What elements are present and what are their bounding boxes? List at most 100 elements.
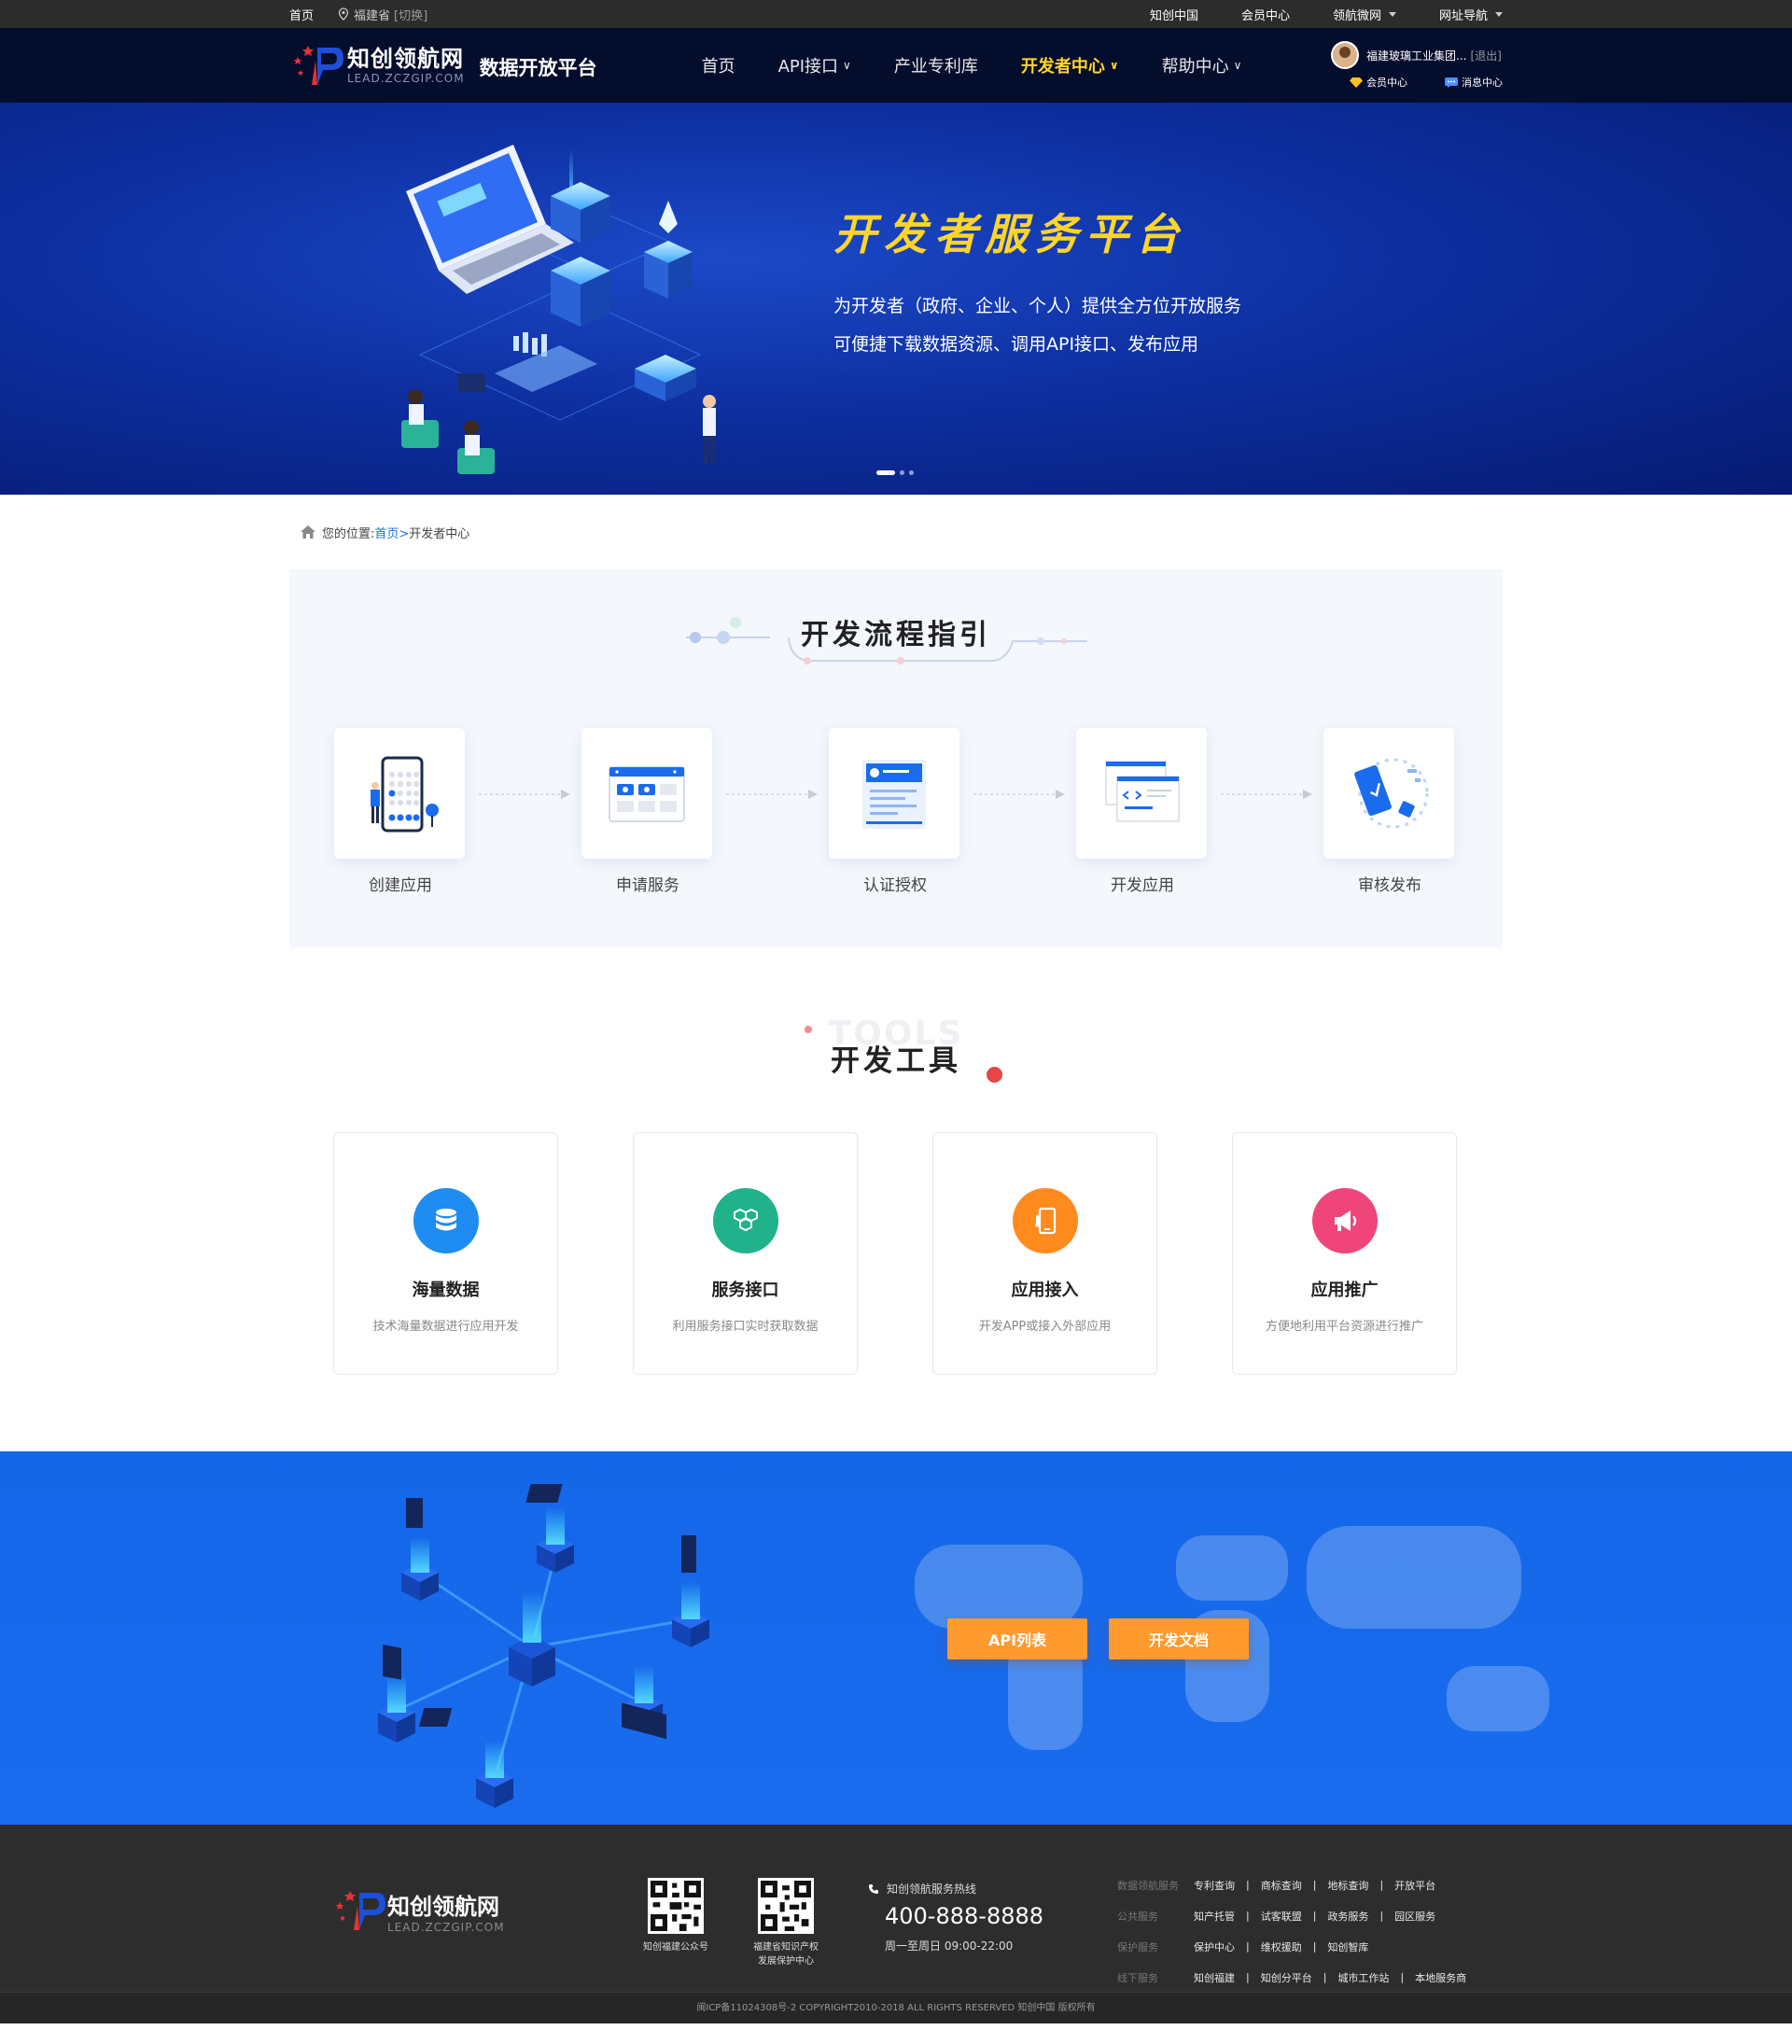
- footer-link[interactable]: 开放平台: [1394, 1878, 1435, 1893]
- user-name[interactable]: 福建玻璃工业集团...: [1366, 48, 1466, 63]
- flow-step-apply-service: 申请服务: [581, 728, 818, 895]
- step-label: 创建应用: [369, 876, 432, 895]
- step-card: [334, 728, 465, 859]
- nav-item-patent-library[interactable]: 产业专利库: [894, 53, 978, 77]
- message-center-link[interactable]: 消息中心: [1445, 75, 1503, 90]
- dashed-arrow-icon: [726, 790, 818, 799]
- hotline-number: 400-888-8888: [885, 1903, 1044, 1929]
- main-nav: 首页 API接口 ∨ 产业专利库 开发者中心 ∨ 帮助中心 ∨: [702, 53, 1285, 77]
- dev-docs-button[interactable]: 开发文档: [1109, 1618, 1249, 1659]
- tool-desc: 开发APP或接入外部应用: [978, 1320, 1112, 1334]
- platform-name: 数据开放平台: [479, 57, 597, 79]
- breadcrumb: 您的位置: 首页> 开发者中心: [289, 495, 1503, 569]
- footer-link-separator: |: [1312, 1879, 1317, 1891]
- qr-code-icon: [648, 1878, 704, 1934]
- breadcrumb-home-link[interactable]: 首页>: [374, 524, 409, 541]
- user-panel: 福建玻璃工业集团... [退出] 会员中心 消息中心: [1331, 41, 1503, 90]
- footer-link[interactable]: 本地服务商: [1415, 1970, 1466, 1985]
- network-servers-illustration: [378, 1484, 709, 1808]
- step-label: 申请服务: [616, 876, 679, 895]
- footer-link[interactable]: 知创福建: [1194, 1970, 1235, 1985]
- location-selector[interactable]: 福建省 [切换]: [338, 6, 427, 23]
- service-hotline: 知创领航服务热线 400-888-8888 周一至周日 09:00-22:00: [868, 1881, 1043, 1953]
- apply-service-icon: [609, 766, 685, 822]
- qr-caption-line-1: 福建省知识产权: [753, 1942, 819, 1953]
- develop-app-icon: [1105, 761, 1180, 822]
- footer-link[interactable]: 园区服务: [1394, 1909, 1435, 1924]
- topbar-link-lead-micro-label: 领航微网: [1332, 8, 1381, 23]
- flow-step-review-publish: 审核发布: [1323, 728, 1456, 895]
- tool-card-app-access[interactable]: 应用接入 开发APP或接入外部应用: [932, 1132, 1157, 1375]
- logout-link[interactable]: [退出]: [1470, 48, 1501, 63]
- footer-link-row: 公共服务 知产托管 | 试客联盟 | 政务服务 | 园区服务: [1117, 1900, 1466, 1931]
- footer-link[interactable]: 保护中心: [1194, 1939, 1235, 1954]
- api-list-button[interactable]: API列表: [947, 1618, 1087, 1659]
- tool-card-app-promotion[interactable]: 应用推广 方便地利用平台资源进行推广: [1232, 1132, 1457, 1375]
- footer-link-separator: |: [1246, 1940, 1250, 1953]
- nav-item-home[interactable]: 首页: [702, 53, 735, 77]
- footer-link[interactable]: 维权援助: [1261, 1939, 1302, 1954]
- copyright-bar: 闽ICP备11024308号-2 COPYRIGHT2010-2018 ALL …: [0, 1992, 1792, 2023]
- topbar-link-zhichuang-china[interactable]: 知创中国: [1150, 6, 1198, 23]
- tools-title: 开发工具: [831, 1044, 961, 1078]
- breadcrumb-prefix: 您的位置:: [322, 526, 375, 541]
- avatar[interactable]: [1331, 41, 1359, 69]
- footer-link[interactable]: 知产托管: [1194, 1909, 1235, 1924]
- tool-card-mass-data[interactable]: 海量数据 技术海量数据进行应用开发: [333, 1132, 558, 1375]
- mobile-touch-icon: [1012, 1188, 1078, 1253]
- tool-card-service-api[interactable]: 服务接口 利用服务接口实时获取数据: [633, 1132, 858, 1375]
- footer-link[interactable]: 知创智库: [1327, 1939, 1368, 1954]
- footer-link-row: 线下服务 知创福建 | 知创分平台 | 城市工作站 | 本地服务商: [1117, 1962, 1466, 1993]
- carousel-dot-active[interactable]: [876, 470, 895, 475]
- footer-link[interactable]: 政务服务: [1327, 1909, 1368, 1924]
- carousel-dot[interactable]: [900, 470, 904, 475]
- topbar-home-link[interactable]: 首页: [289, 6, 314, 23]
- flow-title: 开发流程指引: [801, 619, 991, 651]
- api-cta-section: API列表 开发文档: [0, 1451, 1792, 1825]
- top-utility-bar: 首页 福建省 [切换] 知创中国 会员中心 领航微网 网址导航: [0, 0, 1792, 28]
- service-hours: 周一至周日 09:00-22:00: [885, 1939, 1014, 1953]
- step-label: 开发应用: [1111, 876, 1174, 895]
- flow-step-create-app: 创建应用: [334, 728, 570, 895]
- footer-link[interactable]: 知创分平台: [1261, 1970, 1312, 1985]
- footer-link[interactable]: 试客联盟: [1261, 1909, 1302, 1924]
- step-card: [1076, 728, 1207, 859]
- member-center-link[interactable]: 会员中心: [1350, 75, 1407, 90]
- footer-link-separator: |: [1400, 1971, 1405, 1983]
- flow-step-authorization: 认证授权: [829, 728, 1065, 895]
- carousel-dot[interactable]: [909, 470, 914, 475]
- footer-link[interactable]: 专利查询: [1194, 1878, 1235, 1893]
- topbar-link-site-nav-label: 网址导航: [1438, 8, 1488, 23]
- topbar-link-site-nav[interactable]: 网址导航: [1439, 6, 1503, 23]
- nav-item-help-center[interactable]: 帮助中心 ∨: [1162, 53, 1242, 77]
- nav-item-api[interactable]: API接口 ∨: [778, 53, 851, 77]
- footer-link[interactable]: 城市工作站: [1337, 1970, 1389, 1985]
- tool-name: 海量数据: [412, 1281, 480, 1300]
- double-chevron-down-icon: ∨: [843, 59, 851, 72]
- location-pin-icon: [338, 7, 349, 21]
- step-card: [829, 728, 959, 859]
- qr-caption: 知创福建公众号: [643, 1942, 708, 1953]
- footer-link[interactable]: 地标查询: [1327, 1878, 1368, 1893]
- hotline-title: 知创领航服务热线: [887, 1883, 977, 1896]
- site-logo[interactable]: 知创领航网 LEAD.ZCZGIP.COM 数据开放平台: [289, 42, 597, 89]
- qr-caption-line-2: 发展保护中心: [758, 1956, 814, 1967]
- breadcrumb-current: 开发者中心: [409, 526, 470, 541]
- footer-logo[interactable]: 知创领航网 LEAD.ZCZGIP.COM: [331, 1887, 505, 1934]
- topbar-link-lead-micro[interactable]: 领航微网: [1333, 6, 1396, 23]
- site-footer: 知创领航网 LEAD.ZCZGIP.COM 知创福建公众号 福建省知识产权 发展…: [0, 1825, 1792, 2023]
- footer-logo-subtitle: LEAD.ZCZGIP.COM: [387, 1920, 505, 1934]
- main-header: 知创领航网 LEAD.ZCZGIP.COM 数据开放平台 首页 API接口 ∨ 产…: [0, 28, 1792, 103]
- footer-link[interactable]: 商标查询: [1261, 1878, 1302, 1893]
- database-icon: [413, 1188, 479, 1253]
- location-switch-link[interactable]: [切换]: [394, 6, 427, 23]
- location-name: 福建省: [354, 8, 391, 23]
- qr-code-wechat: 知创福建公众号: [629, 1878, 722, 1953]
- flow-step-develop-app: 开发应用: [1076, 728, 1312, 895]
- qr-code-icon: [758, 1878, 814, 1934]
- nav-item-api-label: API接口: [777, 57, 839, 77]
- topbar-link-member-center[interactable]: 会员中心: [1241, 6, 1290, 23]
- footer-link-category: 保护服务: [1117, 1940, 1158, 1953]
- footer-link-category: 公共服务: [1117, 1910, 1158, 1923]
- nav-item-developer-center[interactable]: 开发者中心 ∨: [1021, 53, 1119, 77]
